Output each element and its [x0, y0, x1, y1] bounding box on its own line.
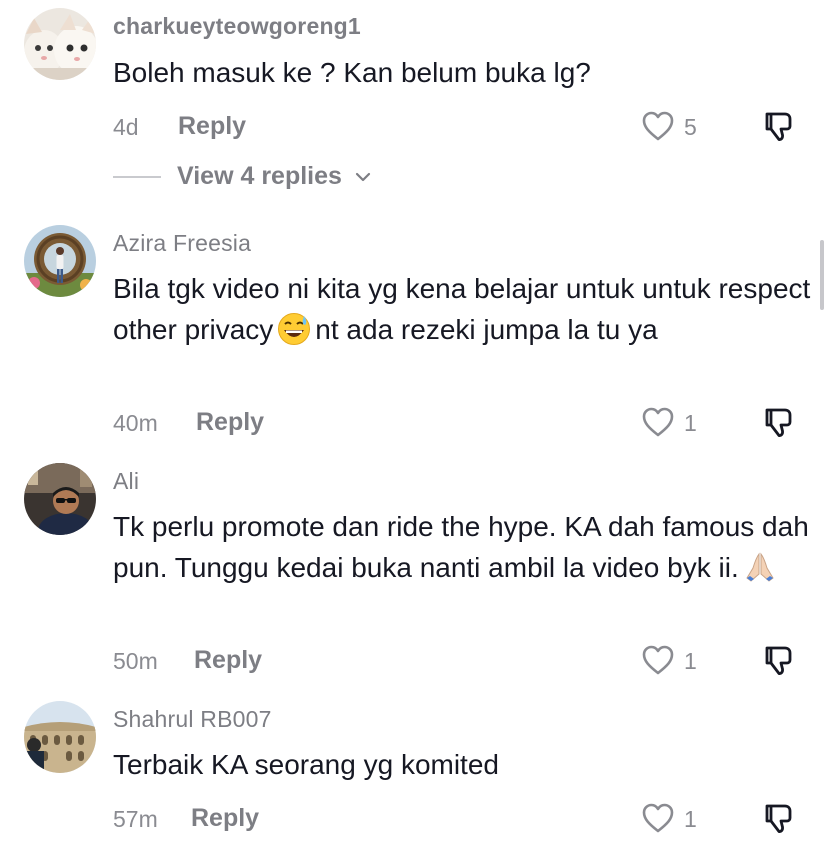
thumbs-down-icon[interactable] — [761, 800, 797, 836]
heart-outline-icon[interactable] — [641, 643, 675, 677]
reply-button[interactable]: Reply — [178, 112, 246, 141]
thumbs-down-icon[interactable] — [761, 108, 797, 144]
heart-outline-icon[interactable] — [641, 801, 675, 835]
view-replies[interactable]: View 4 replies — [113, 162, 413, 192]
view-replies-label[interactable]: View 4 replies — [177, 162, 342, 191]
thumbs-down-icon[interactable] — [761, 404, 797, 440]
comments-panel: charkueyteowgoreng1 Boleh masuk ke ? Kan… — [0, 0, 828, 850]
reply-button[interactable]: Reply — [191, 804, 259, 833]
avatar[interactable] — [24, 701, 96, 773]
like-count: 1 — [684, 410, 697, 436]
comment-text: Terbaik KA seorang yg komited — [113, 749, 499, 780]
thumbs-down-icon[interactable] — [761, 642, 797, 678]
avatar[interactable] — [24, 225, 96, 297]
comment-timestamp: 50m — [113, 648, 158, 674]
divider — [113, 176, 161, 178]
comment-text-part: nt ada rezeki jumpa la tu ya — [315, 314, 658, 345]
comment-text: Tk perlu promote dan ride the hype. KA d… — [113, 506, 813, 595]
comment-timestamp: 57m — [113, 806, 158, 832]
chevron-down-icon[interactable] — [354, 168, 372, 186]
comment-timestamp: 40m — [113, 410, 158, 436]
scrollbar[interactable] — [820, 240, 824, 310]
like-count: 1 — [684, 648, 697, 674]
folded-hands-emoji — [743, 550, 777, 595]
comment-username[interactable]: charkueyteowgoreng1 — [113, 13, 361, 40]
like-count: 5 — [684, 114, 697, 140]
like-count: 1 — [684, 806, 697, 832]
reply-button[interactable]: Reply — [194, 646, 262, 675]
avatar[interactable] — [24, 463, 96, 535]
grinning-sweat-emoji — [277, 312, 311, 357]
heart-outline-icon[interactable] — [641, 405, 675, 439]
avatar[interactable] — [24, 8, 96, 80]
comment-text-part: Tk perlu promote dan ride the hype. KA d… — [113, 511, 809, 583]
comment-text: Boleh masuk ke ? Kan belum buka lg? — [113, 57, 591, 88]
heart-outline-icon[interactable] — [641, 109, 675, 143]
comment-timestamp: 4d — [113, 114, 139, 140]
comment-text: Bila tgk video ni kita yg kena belajar u… — [113, 268, 813, 357]
comment-username[interactable]: Ali — [113, 468, 139, 495]
reply-button[interactable]: Reply — [196, 408, 264, 437]
comment-username[interactable]: Shahrul RB007 — [113, 706, 272, 733]
comment-username[interactable]: Azira Freesia — [113, 230, 251, 257]
